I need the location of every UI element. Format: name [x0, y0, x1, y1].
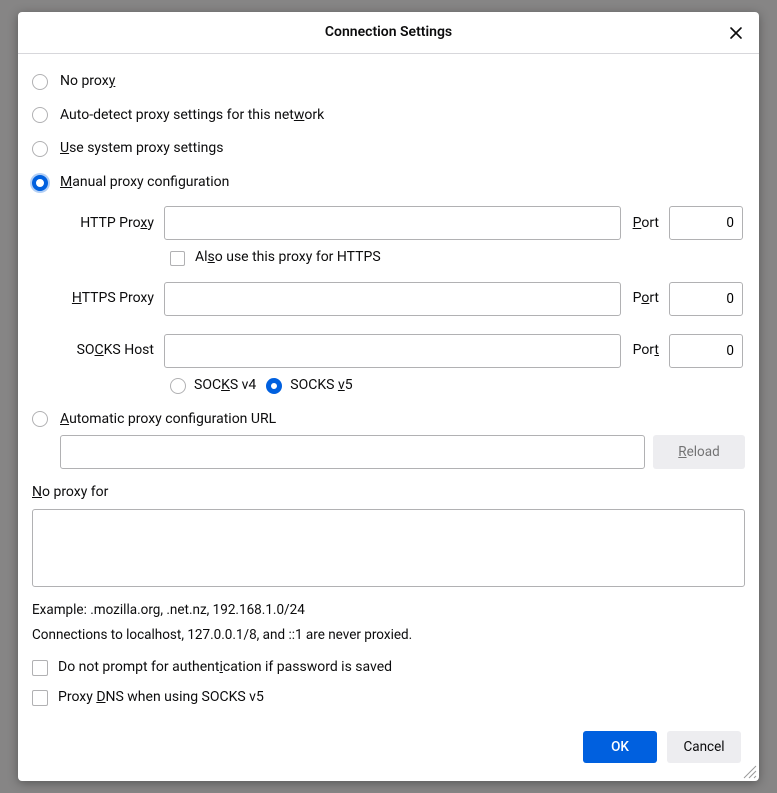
ok-button[interactable]: OK — [583, 731, 657, 763]
label-socks-v4: SOCKS v4 — [194, 376, 256, 396]
dialog-body[interactable]: No proxy Auto-detect proxy settings for … — [18, 54, 759, 727]
titlebar: Connection Settings — [18, 12, 759, 54]
also-https-label: Also use this proxy for HTTPS — [195, 248, 381, 268]
option-auto-detect[interactable]: Auto-detect proxy settings for this netw… — [32, 106, 745, 126]
socks-v5-option[interactable]: SOCKS v5 — [266, 376, 352, 396]
also-https-row[interactable]: Also use this proxy for HTTPS — [170, 248, 743, 268]
radio-pac[interactable] — [32, 411, 48, 427]
resize-handle[interactable] — [743, 765, 757, 779]
close-button[interactable] — [721, 18, 751, 48]
proxy-dns-label: Proxy DNS when using SOCKS v5 — [58, 688, 264, 708]
radio-socks-v4[interactable] — [170, 378, 186, 394]
http-proxy-host-input[interactable] — [164, 206, 621, 240]
https-proxy-label: HTTPS Proxy — [60, 289, 160, 309]
https-proxy-port-input[interactable] — [669, 282, 743, 316]
no-proxy-example: Example: .mozilla.org, .net.nz, 192.168.… — [32, 601, 745, 620]
localhost-note: Connections to localhost, 127.0.0.1/8, a… — [32, 626, 745, 645]
radio-no-proxy[interactable] — [32, 74, 48, 90]
auth-checkbox-row[interactable]: Do not prompt for authentication if pass… — [32, 658, 745, 678]
option-manual-proxy[interactable]: Manual proxy configuration — [32, 173, 745, 193]
socks-port-input[interactable] — [669, 334, 743, 368]
label-pac: Automatic proxy configuration URL — [60, 410, 276, 430]
socks-version-row: SOCKS v4 SOCKS v5 — [170, 376, 743, 396]
manual-proxy-group: HTTP Proxy Port Also use this proxy for … — [60, 206, 745, 395]
label-system-proxy: Use system proxy settings — [60, 139, 223, 159]
option-pac[interactable]: Automatic proxy configuration URL — [32, 410, 745, 430]
radio-socks-v5[interactable] — [266, 378, 282, 394]
socks-host-label: SOCKS Host — [60, 341, 160, 361]
proxy-dns-checkbox-row[interactable]: Proxy DNS when using SOCKS v5 — [32, 688, 745, 708]
label-no-proxy: No proxy — [60, 72, 115, 92]
label-manual-proxy: Manual proxy configuration — [60, 173, 229, 193]
socks-host-input[interactable] — [164, 334, 621, 368]
reload-button[interactable]: Reload — [653, 435, 745, 469]
https-port-label: Port — [625, 289, 665, 309]
resize-grip-icon — [743, 765, 757, 779]
socks-port-label: Port — [625, 341, 665, 361]
auth-checkbox[interactable] — [32, 660, 48, 676]
socks-v4-option[interactable]: SOCKS v4 — [170, 376, 256, 396]
no-proxy-for-textarea[interactable] — [32, 509, 745, 587]
http-proxy-label: HTTP Proxy — [60, 214, 160, 234]
label-socks-v5: SOCKS v5 — [290, 376, 352, 396]
label-auto-detect: Auto-detect proxy settings for this netw… — [60, 106, 324, 126]
radio-auto-detect[interactable] — [32, 107, 48, 123]
https-proxy-row: HTTPS Proxy Port — [60, 282, 743, 316]
cancel-button[interactable]: Cancel — [667, 731, 741, 763]
dialog-title: Connection Settings — [325, 23, 452, 43]
connection-settings-dialog: Connection Settings No proxy Auto-detect… — [18, 12, 759, 781]
https-proxy-host-input[interactable] — [164, 282, 621, 316]
radio-system-proxy[interactable] — [32, 141, 48, 157]
http-port-label: Port — [625, 214, 665, 234]
dialog-footer: OK Cancel — [18, 727, 759, 781]
proxy-dns-checkbox[interactable] — [32, 690, 48, 706]
pac-url-input[interactable] — [60, 435, 645, 469]
radio-manual-proxy[interactable] — [32, 175, 48, 191]
http-proxy-port-input[interactable] — [669, 206, 743, 240]
http-proxy-row: HTTP Proxy Port — [60, 206, 743, 240]
option-system-proxy[interactable]: Use system proxy settings — [32, 139, 745, 159]
also-https-checkbox[interactable] — [170, 251, 185, 266]
socks-host-row: SOCKS Host Port — [60, 334, 743, 368]
auth-label: Do not prompt for authentication if pass… — [58, 658, 392, 678]
close-icon — [728, 25, 744, 41]
option-no-proxy[interactable]: No proxy — [32, 72, 745, 92]
pac-url-row: Reload — [60, 435, 745, 469]
no-proxy-for-label: No proxy for — [32, 483, 745, 503]
